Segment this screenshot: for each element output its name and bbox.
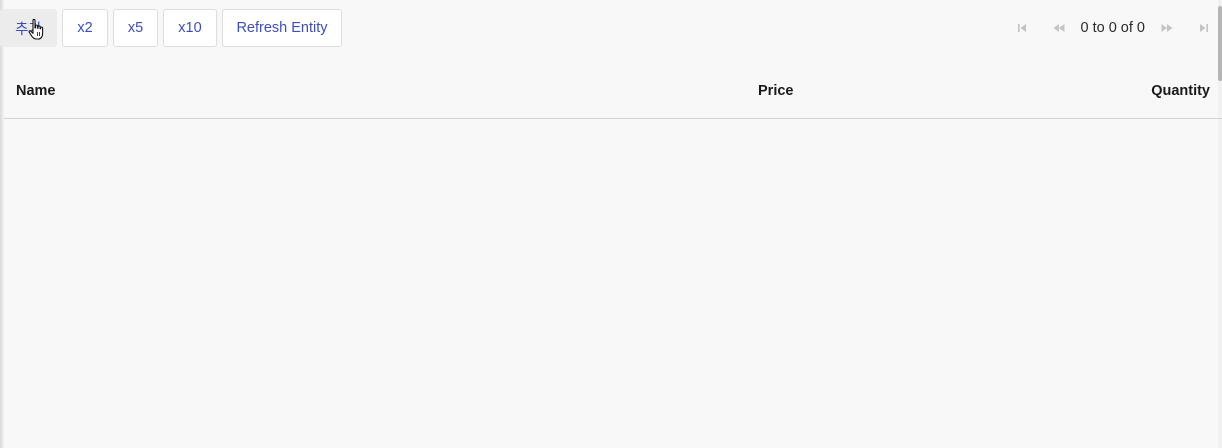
vertical-scrollbar[interactable] — [1218, 0, 1222, 448]
next-page-button[interactable] — [1148, 9, 1185, 47]
column-header-quantity[interactable]: Quantity — [1151, 71, 1210, 112]
column-header-name[interactable]: Name — [16, 71, 56, 112]
page-summary: 0 to 0 of 0 — [1080, 20, 1146, 36]
refresh-entity-button[interactable]: Refresh Entity — [222, 9, 342, 47]
toolbar: 추가 x2 x5 x10 Refresh Entity — [0, 9, 342, 47]
next-page-icon — [1161, 24, 1172, 32]
grid-body — [4, 119, 1218, 448]
x2-button[interactable]: x2 — [62, 9, 108, 47]
last-page-button[interactable] — [1185, 9, 1222, 47]
grid-header: Name Price Quantity — [4, 71, 1222, 119]
first-page-button[interactable] — [1004, 9, 1041, 47]
last-page-icon — [1199, 24, 1208, 32]
scrollbar-thumb[interactable] — [1218, 6, 1222, 81]
previous-page-icon — [1053, 24, 1065, 32]
pagination: 0 to 0 of 0 — [1004, 9, 1222, 47]
add-button[interactable]: 추가 — [0, 9, 57, 47]
previous-page-button[interactable] — [1041, 9, 1078, 47]
x10-button[interactable]: x10 — [163, 9, 217, 47]
x5-button[interactable]: x5 — [113, 9, 158, 47]
column-header-price[interactable]: Price — [758, 71, 793, 112]
first-page-icon — [1018, 24, 1026, 32]
